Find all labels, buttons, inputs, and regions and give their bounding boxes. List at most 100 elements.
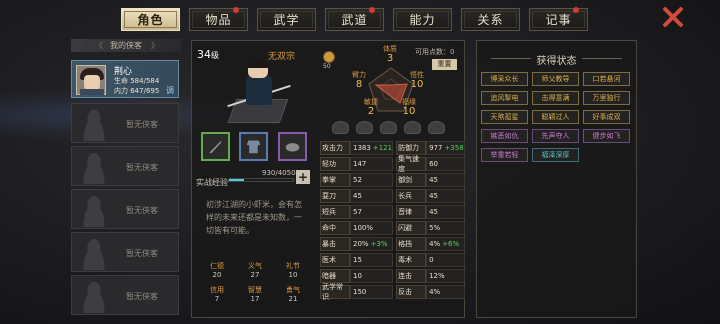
tab-label: 物品 (205, 13, 232, 27)
stat-name: 毒术 (396, 253, 427, 267)
virtue-value: 17 (250, 295, 260, 303)
roster-card-empty[interactable]: 暂无侠客 (71, 103, 179, 143)
equip-slot-accessory[interactable] (278, 132, 307, 161)
tab-label: 能力 (409, 13, 436, 27)
stat-name: 集气速度 (396, 155, 427, 173)
silhouette-icon (78, 107, 110, 141)
status-chip[interactable]: 健步如飞 (583, 129, 630, 143)
status-chip[interactable]: 博采众长 (481, 72, 528, 86)
bio-text: 初涉江湖的小虾米，会有怎样的未来还都是未知数，一切皆有可能。 (206, 200, 302, 235)
stat-row: 音律 45 (396, 205, 465, 219)
stat-name: 轻功 (320, 157, 350, 171)
mp-text: 内力 647/695 (114, 87, 160, 95)
tab-4[interactable]: 能力 (393, 8, 452, 31)
roster-card-empty[interactable]: 暂无侠客 (71, 189, 179, 229)
gem-slot-icon[interactable] (380, 121, 397, 134)
stat-row: 格挡 4% +6% (396, 237, 465, 251)
tab-2[interactable]: 武学 (257, 8, 316, 31)
equip-slot-armor[interactable] (239, 132, 268, 161)
gem-slot-icon[interactable] (404, 121, 421, 134)
armor-icon (246, 140, 261, 154)
stat-name: 武学常识 (320, 283, 350, 301)
status-chip[interactable]: 追风掣电 (481, 91, 528, 105)
chevron-right-icon[interactable]: 》 (151, 39, 159, 52)
reset-button[interactable]: 重置 (432, 59, 457, 70)
stat-name: 医术 (320, 253, 350, 267)
level-text: 34级 (197, 48, 219, 61)
gem-slot-icon[interactable] (356, 121, 373, 134)
stat-row: 命中 100% (320, 221, 394, 235)
stat-bonus: +6% (442, 240, 460, 248)
silhouette-icon (78, 279, 110, 313)
stat-row: 暴击 20% +3% (320, 237, 394, 251)
stats-table: 攻击力 1383 +121 防御力 977 +358 轻功 147 集气速度 60 拳掌 52 御剑 45… (320, 141, 465, 301)
stat-row: 御剑 45 (396, 173, 465, 187)
status-chip[interactable]: 击得意满 (532, 91, 579, 105)
roster-card-empty[interactable]: 暂无侠客 (71, 275, 179, 315)
stat-name: 音律 (396, 205, 427, 219)
gem-slot-icon[interactable] (332, 121, 349, 134)
stat-name: 反击 (396, 285, 427, 299)
adjust-tag[interactable]: 调 (166, 85, 174, 96)
tab-label: 武学 (273, 13, 300, 27)
tab-0[interactable]: 角色 (121, 8, 180, 31)
empty-slot-label: 暂无侠客 (126, 163, 158, 172)
close-icon[interactable] (660, 6, 686, 28)
character-panel: 34级 无双宗 实战经验 930/4050 + 初涉江湖的小虾米，会有怎样的未来… (191, 40, 465, 318)
hp-text: 生命 584/584 (114, 77, 160, 85)
virtue-item: 智慧 17 (236, 286, 274, 304)
status-chip[interactable]: 聪颖过人 (532, 110, 579, 124)
top-tab-bar: 角色 物品 武学 武道 能力 关系 记事 (121, 7, 588, 32)
roster-header-label: 我的侠客 (110, 41, 142, 50)
stat-value-cell: 100% (350, 221, 394, 235)
status-chip[interactable]: 万里独行 (583, 91, 630, 105)
status-chip[interactable]: 口若悬河 (583, 72, 630, 86)
gem-slots (332, 121, 445, 134)
notification-dot-icon (573, 7, 579, 13)
notification-dot-icon (369, 7, 375, 13)
roster-list: 《 我的侠客 》 荆心 生命 584/584 内力 647/695 调 暂无侠客… (71, 39, 181, 324)
virtue-item: 仁德 20 (198, 262, 236, 280)
tab-label: 角色 (137, 13, 164, 27)
stat-name: 御剑 (396, 173, 427, 187)
stat-row: 轻功 147 (320, 157, 394, 171)
stat-row: 耍刀 45 (320, 189, 394, 203)
points-label: 可用点数：0 (415, 48, 455, 56)
status-chip[interactable]: 举重若轻 (481, 148, 528, 162)
stat-name: 闪避 (396, 221, 427, 235)
stat-value-cell: 0 (426, 253, 465, 267)
stat-value-cell: 60 (426, 157, 465, 171)
status-chip[interactable]: 天煞孤星 (481, 110, 528, 124)
coin-icon (323, 51, 335, 63)
add-exp-button[interactable]: + (296, 170, 310, 184)
virtue-value: 20 (212, 271, 222, 279)
status-chip[interactable]: 好事成双 (583, 110, 630, 124)
stat-row: 短兵 57 (320, 205, 394, 219)
stat-row: 连击 12% (396, 269, 465, 283)
chevron-left-icon[interactable]: 《 (95, 39, 103, 52)
equip-slot-weapon[interactable] (201, 132, 230, 161)
virtue-name: 仁德 (210, 262, 224, 270)
tab-3[interactable]: 武道 (325, 7, 384, 31)
silhouette-icon (78, 193, 110, 227)
virtue-value: 7 (214, 295, 220, 303)
boot-icon (285, 143, 300, 152)
status-chip[interactable]: 福泽深厚 (532, 148, 579, 162)
roster-card-empty[interactable]: 暂无侠客 (71, 146, 179, 186)
status-chip[interactable]: 嫉恶如仇 (481, 129, 528, 143)
stat-value: 57 (353, 208, 362, 216)
gem-slot-icon[interactable] (428, 121, 445, 134)
coin-value: 50 (323, 63, 331, 70)
roster-card-empty[interactable]: 暂无侠客 (71, 232, 179, 272)
status-chip[interactable]: 先声夺人 (532, 129, 579, 143)
tab-1[interactable]: 物品 (189, 7, 248, 31)
virtue-value: 21 (288, 295, 298, 303)
stat-value: 12% (429, 272, 445, 280)
tab-label: 记事 (545, 13, 572, 27)
virtue-value: 10 (288, 271, 298, 279)
tab-6[interactable]: 记事 (529, 7, 588, 31)
tab-5[interactable]: 关系 (461, 8, 520, 31)
roster-card-selected[interactable]: 荆心 生命 584/584 内力 647/695 调 (71, 60, 179, 98)
stat-name: 长兵 (396, 189, 427, 203)
status-chip[interactable]: 师父教导 (532, 72, 579, 86)
